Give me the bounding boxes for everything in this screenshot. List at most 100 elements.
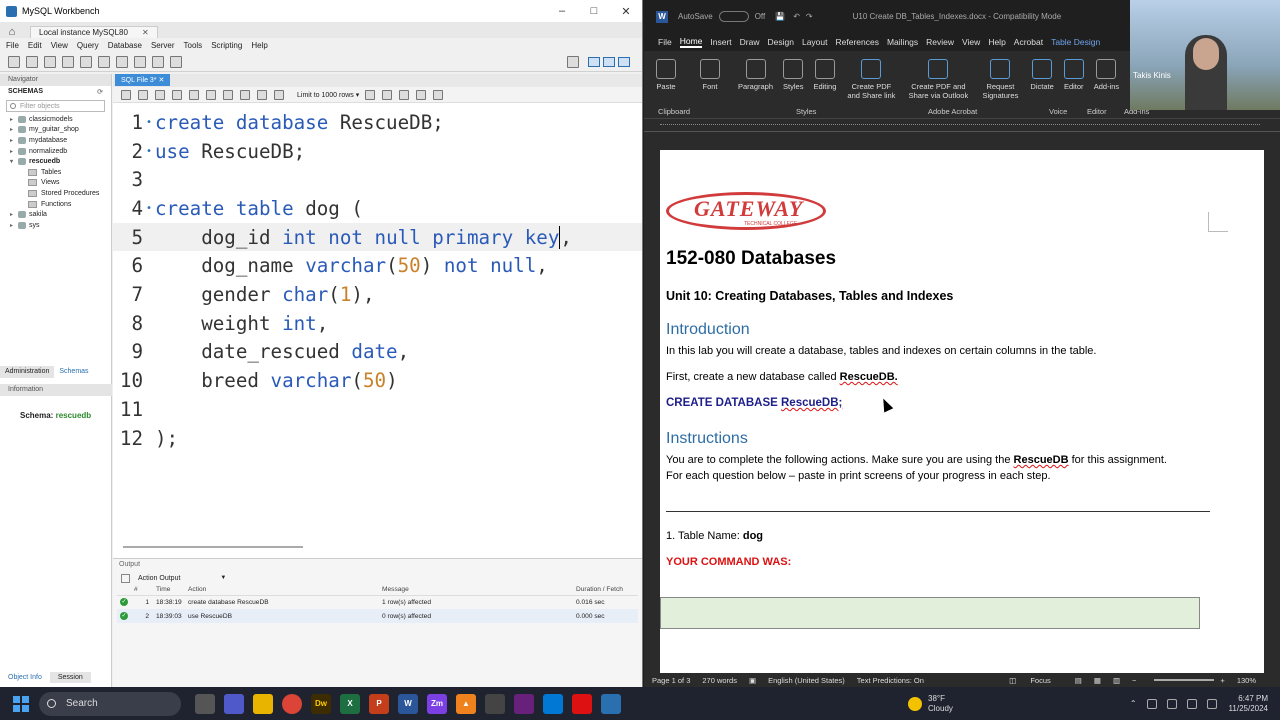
schema-item[interactable]: ▸ classicmodels: [0, 114, 111, 125]
open-sql-icon[interactable]: [26, 55, 38, 68]
excel-icon[interactable]: X: [340, 693, 360, 714]
search-icon[interactable]: [399, 89, 410, 100]
explain-icon[interactable]: [189, 89, 199, 100]
maximize-icon[interactable]: □: [578, 5, 610, 18]
collapse-arrow-icon[interactable]: ▾: [10, 158, 18, 165]
zoom-in-icon[interactable]: +: [1220, 676, 1224, 685]
document-page[interactable]: GATEWAY TECHNICAL COLLEGE 152-080 Databa…: [660, 150, 1264, 687]
tab-home[interactable]: Home: [679, 36, 703, 48]
tray-chevron-icon[interactable]: ⌃: [1130, 699, 1137, 708]
teams-icon[interactable]: [224, 693, 244, 714]
layout-sidebar-icon[interactable]: [588, 56, 600, 67]
page-count[interactable]: Page 1 of 3: [652, 676, 690, 685]
code-line[interactable]: 4 • create table dog (: [113, 194, 642, 223]
toggle-error-icon[interactable]: [223, 89, 233, 100]
undo-icon[interactable]: ↶: [793, 12, 800, 21]
code-line[interactable]: 10 breed varchar(50): [113, 366, 642, 395]
start-button[interactable]: [13, 695, 29, 712]
schema-item[interactable]: ▸ my_guitar_shop: [0, 125, 111, 136]
execute-statement-icon[interactable]: [172, 89, 182, 100]
schema-item[interactable]: ▸ sakila: [0, 209, 111, 220]
save-icon[interactable]: 💾: [775, 12, 785, 21]
code-line[interactable]: 2 • use RescueDB;: [113, 137, 642, 166]
code-line[interactable]: 6 dog_name varchar(50) not null,: [113, 252, 642, 281]
tab-schemas[interactable]: Schemas: [54, 366, 94, 378]
tab-object-info[interactable]: Object Info: [0, 672, 50, 683]
tab-design[interactable]: Design: [768, 37, 794, 47]
reconnect-icon[interactable]: [170, 55, 182, 68]
clock[interactable]: 6:47 PM 11/25/2024: [1229, 694, 1268, 714]
inspector-icon[interactable]: [44, 55, 56, 68]
save-icon[interactable]: [138, 89, 148, 100]
tab-file[interactable]: File: [658, 37, 672, 47]
task-view-icon[interactable]: [195, 693, 215, 714]
weather-widget[interactable]: 38°F Cloudy: [908, 694, 953, 714]
volume-icon[interactable]: [1186, 698, 1197, 709]
search-table-data-icon[interactable]: [152, 55, 164, 68]
code-line[interactable]: 8 weight int,: [113, 309, 642, 338]
output-row[interactable]: ✓ 2 18:39:03 use RescueDB 0 row(s) affec…: [117, 609, 638, 623]
layout-secondary-icon[interactable]: [618, 56, 630, 67]
filter-objects-input[interactable]: Filter objects: [6, 100, 105, 112]
expand-arrow-icon[interactable]: ▸: [10, 126, 18, 133]
autocommit-icon[interactable]: [274, 89, 284, 100]
zoom-out-icon[interactable]: −: [1132, 676, 1136, 685]
mysql-workbench-icon[interactable]: [601, 693, 621, 714]
new-sql-tab-icon[interactable]: [8, 55, 20, 68]
language[interactable]: English (United States): [768, 676, 845, 685]
menu-server[interactable]: Server: [151, 41, 175, 50]
wifi-icon[interactable]: [1166, 698, 1177, 709]
web-layout-icon[interactable]: ▥: [1113, 676, 1120, 685]
chrome-icon[interactable]: [282, 693, 302, 714]
wrap-icon[interactable]: [433, 89, 444, 100]
schema-item[interactable]: ▸ normalizedb: [0, 146, 111, 157]
create-function-icon[interactable]: [134, 55, 146, 68]
invisible-chars-icon[interactable]: [416, 89, 427, 100]
schema-child-views[interactable]: Views: [0, 178, 111, 189]
file-explorer-icon[interactable]: [253, 693, 273, 714]
zoom-app-icon[interactable]: Zm: [427, 693, 447, 714]
expand-arrow-icon[interactable]: ▸: [10, 148, 18, 155]
connection-tab[interactable]: Local instance MySQL80 ✕: [30, 26, 158, 38]
word-icon[interactable]: W: [398, 693, 418, 714]
menu-help[interactable]: Help: [251, 41, 267, 50]
taskbar-search[interactable]: Search: [39, 691, 181, 716]
app-icon[interactable]: [485, 693, 505, 714]
minimize-icon[interactable]: –: [546, 5, 578, 18]
schema-child-procedures[interactable]: Stored Procedures: [0, 188, 111, 199]
autosave-toggle[interactable]: [718, 11, 749, 22]
print-layout-icon[interactable]: ▦: [1094, 676, 1101, 685]
menu-file[interactable]: File: [6, 41, 19, 50]
schema-child-tables[interactable]: Tables: [0, 167, 111, 178]
execute-icon[interactable]: [155, 89, 165, 100]
tab-acrobat[interactable]: Acrobat: [1014, 37, 1043, 47]
create-view-icon[interactable]: [98, 55, 110, 68]
tab-draw[interactable]: Draw: [740, 37, 760, 47]
vscode-icon[interactable]: [543, 693, 563, 714]
tab-review[interactable]: Review: [926, 37, 954, 47]
menu-view[interactable]: View: [51, 41, 68, 50]
expand-arrow-icon[interactable]: ▸: [10, 211, 18, 218]
settings-gear-icon[interactable]: [567, 55, 579, 68]
horizontal-scrollbar[interactable]: [123, 546, 303, 548]
sql-file-tab[interactable]: SQL File 3* ✕: [115, 74, 171, 86]
tab-view[interactable]: View: [962, 37, 980, 47]
acrobat-icon[interactable]: [572, 693, 592, 714]
home-icon[interactable]: ⌂: [4, 26, 20, 38]
code-line[interactable]: 5 dog_id int not null primary key,: [113, 222, 642, 252]
zoom-slider[interactable]: [1154, 679, 1215, 681]
stop-icon[interactable]: [206, 89, 216, 100]
zoom-level[interactable]: 130%: [1237, 676, 1256, 685]
code-line[interactable]: 9 date_rescued date,: [113, 338, 642, 367]
create-schema-icon[interactable]: [62, 55, 74, 68]
menu-query[interactable]: Query: [77, 41, 99, 50]
expand-arrow-icon[interactable]: ▸: [10, 116, 18, 123]
expand-arrow-icon[interactable]: ▸: [10, 222, 18, 229]
menu-tools[interactable]: Tools: [184, 41, 203, 50]
output-row[interactable]: ✓ 1 18:38:19 create database RescueDB 1 …: [117, 595, 638, 609]
menu-edit[interactable]: Edit: [28, 41, 42, 50]
schema-item-rescuedb[interactable]: ▾ rescuedb: [0, 156, 111, 167]
battery-icon[interactable]: [1206, 698, 1217, 709]
code-line[interactable]: 12);: [113, 424, 642, 453]
tab-layout[interactable]: Layout: [802, 37, 828, 47]
